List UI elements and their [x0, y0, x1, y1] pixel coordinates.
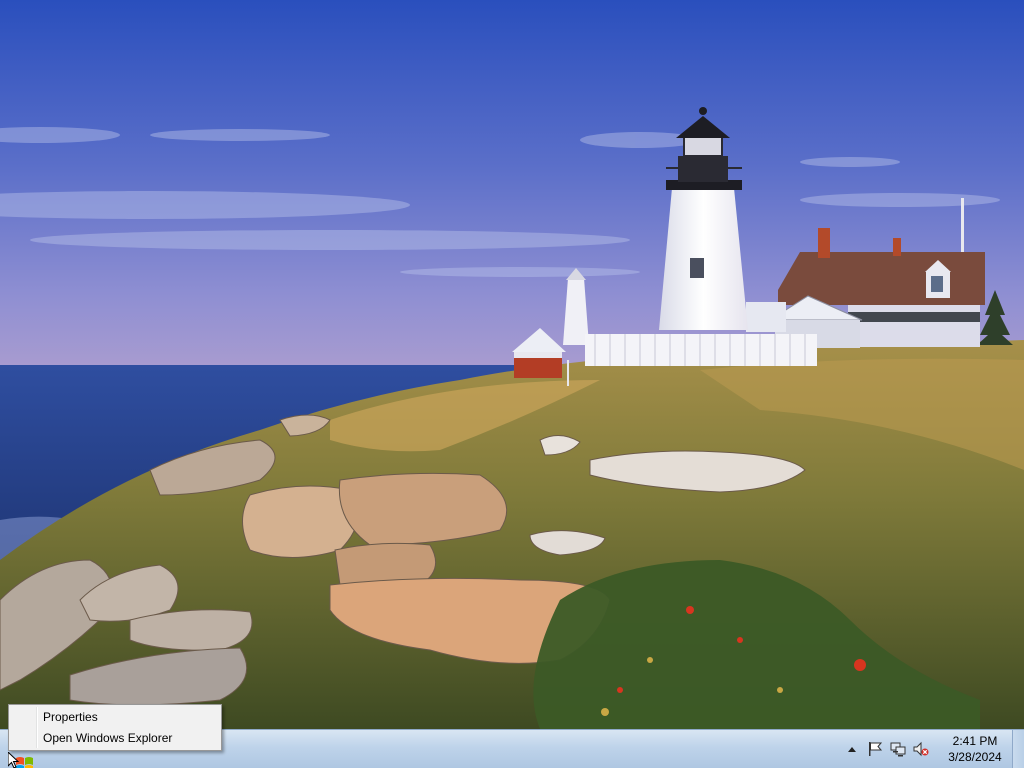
menu-item-properties[interactable]: Properties [11, 707, 219, 728]
network-icon[interactable] [889, 740, 907, 758]
desktop[interactable] [0, 0, 1024, 729]
clock-date: 3/28/2024 [948, 750, 1002, 764]
menu-item-open-windows-explorer[interactable]: Open Windows Explorer [11, 728, 219, 749]
lighthouse-wallpaper [0, 0, 1024, 729]
mouse-cursor-icon [8, 752, 20, 768]
volume-muted-icon[interactable] [912, 740, 930, 758]
taskbar-context-menu: Properties Open Windows Explorer [8, 704, 222, 751]
notification-area: 2:41 PM 3/28/2024 [834, 730, 1024, 768]
taskbar-clock[interactable]: 2:41 PM 3/28/2024 [936, 733, 1014, 765]
show-hidden-icons-icon[interactable] [843, 740, 861, 758]
action-center-flag-icon[interactable] [866, 740, 884, 758]
clock-time: 2:41 PM [952, 734, 998, 748]
show-desktop-button[interactable] [1012, 730, 1024, 768]
